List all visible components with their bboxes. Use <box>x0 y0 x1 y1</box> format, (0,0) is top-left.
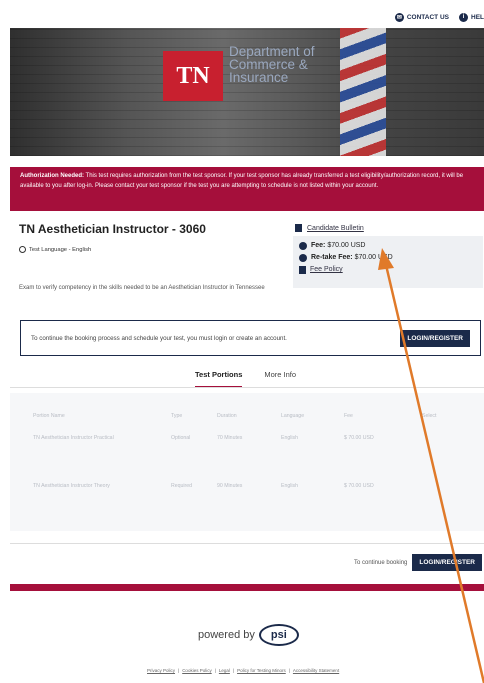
header-language: Language <box>281 413 305 419</box>
globe-icon <box>19 246 26 253</box>
table-row[interactable]: TN Aesthetician Instructor Theory Requir… <box>10 483 484 531</box>
test-language: Test Language - English <box>19 246 91 253</box>
cell-type: Optional <box>171 435 191 441</box>
dollar-icon <box>299 242 307 250</box>
tn-logo: TN <box>163 51 223 101</box>
cell-language: English <box>281 483 299 489</box>
cell-duration: 70 Minutes <box>217 435 243 441</box>
policy-doc-icon <box>299 266 306 274</box>
continue-booking-text: To continue booking <box>354 559 408 566</box>
help-label: HEL <box>471 13 484 21</box>
privacy-policy-link[interactable]: Privacy Policy <box>147 668 175 673</box>
header-select: Select <box>422 413 437 419</box>
accessibility-link[interactable]: Accessibility Statement <box>293 668 339 673</box>
department-name: Department of Commerce & Insurance <box>229 45 315 85</box>
mail-icon: ✉ <box>394 12 404 22</box>
table-row[interactable]: TN Aesthetician Instructor Practical Opt… <box>10 435 484 483</box>
login-prompt-box: To continue the booking process and sche… <box>20 320 481 356</box>
auth-text: This test requires authorization from th… <box>20 173 464 189</box>
exam-title: TN Aesthetician Instructor - 3060 <box>19 222 206 236</box>
portions-table: Portion Name Type Duration Language Fee … <box>10 393 484 531</box>
login-prompt-text: To continue the booking process and sche… <box>31 334 287 342</box>
cell-portion-name: TN Aesthetician Instructor Theory <box>33 483 110 489</box>
retake-fee-row: Re-take Fee: $70.00 USD <box>299 252 477 264</box>
cell-language: English <box>281 435 299 441</box>
help-link[interactable]: i HEL <box>459 12 484 22</box>
fee-policy-link[interactable]: Fee Policy <box>310 264 343 276</box>
contact-us-link[interactable]: ✉ CONTACT US <box>394 12 449 22</box>
retake-fee-value: $70.00 USD <box>352 254 393 261</box>
minors-policy-link[interactable]: Policy for Testing Minors <box>237 668 286 673</box>
tab-test-portions[interactable]: Test Portions <box>195 370 243 388</box>
info-icon: i <box>459 12 468 22</box>
legal-link[interactable]: Legal <box>219 668 230 673</box>
authorization-notice: Authorization Needed: This test requires… <box>10 167 484 211</box>
cell-duration: 90 Minutes <box>217 483 243 489</box>
fee-value: $70.00 USD <box>325 242 366 249</box>
barber-pole-image <box>340 28 386 156</box>
auth-strong: Authorization Needed: <box>20 173 84 179</box>
contact-us-label: CONTACT US <box>406 13 449 21</box>
exam-description: Exam to verify competency in the skills … <box>19 285 265 291</box>
table-header: Portion Name Type Duration Language Fee … <box>10 393 484 435</box>
header-fee: Fee <box>344 413 353 419</box>
fee-label: Fee: <box>311 242 326 249</box>
cookies-policy-link[interactable]: Cookies Policy <box>182 668 212 673</box>
test-language-label: Test Language - English <box>29 246 92 253</box>
candidate-bulletin-link[interactable]: Candidate Bulletin <box>307 225 364 232</box>
top-utility-bar: ✉ CONTACT US i HEL <box>394 8 484 26</box>
fee-row: Fee: $70.00 USD <box>299 240 477 252</box>
cell-portion-name: TN Aesthetician Instructor Practical <box>33 435 114 441</box>
booking-footer-bar: To continue booking LOGIN/REGISTER <box>10 543 484 581</box>
portion-tabs: Test Portions More Info <box>195 370 296 388</box>
header-portion-name: Portion Name <box>33 413 65 419</box>
powered-by-text: powered by <box>198 629 255 641</box>
psi-logo[interactable]: psi <box>258 624 299 646</box>
header-type: Type <box>171 413 183 419</box>
accent-strip <box>10 584 484 591</box>
cell-fee: $ 70.00 USD <box>344 435 374 441</box>
tab-more-info[interactable]: More Info <box>264 370 296 388</box>
login-register-button[interactable]: LOGIN/REGISTER <box>400 329 470 347</box>
powered-by-psi: powered by psi <box>198 624 299 646</box>
header-duration: Duration <box>217 413 237 419</box>
fee-policy-row: Fee Policy <box>299 264 477 276</box>
dept-line-3: Insurance <box>229 70 289 85</box>
footer-links: Privacy Policy | Cookies Policy | Legal | P… <box>147 668 340 673</box>
retake-fee-label: Re-take Fee: <box>311 254 353 261</box>
cell-type: Required <box>171 483 193 489</box>
candidate-bulletin: Candidate Bulletin <box>295 224 364 232</box>
document-icon <box>295 224 302 232</box>
tab-divider <box>10 387 484 388</box>
footer-login-register-button[interactable]: LOGIN/REGISTER <box>412 554 482 571</box>
retake-icon <box>299 254 307 262</box>
fees-panel: Fee: $70.00 USD Re-take Fee: $70.00 USD … <box>293 236 483 288</box>
cell-fee: $ 70.00 USD <box>344 483 374 489</box>
